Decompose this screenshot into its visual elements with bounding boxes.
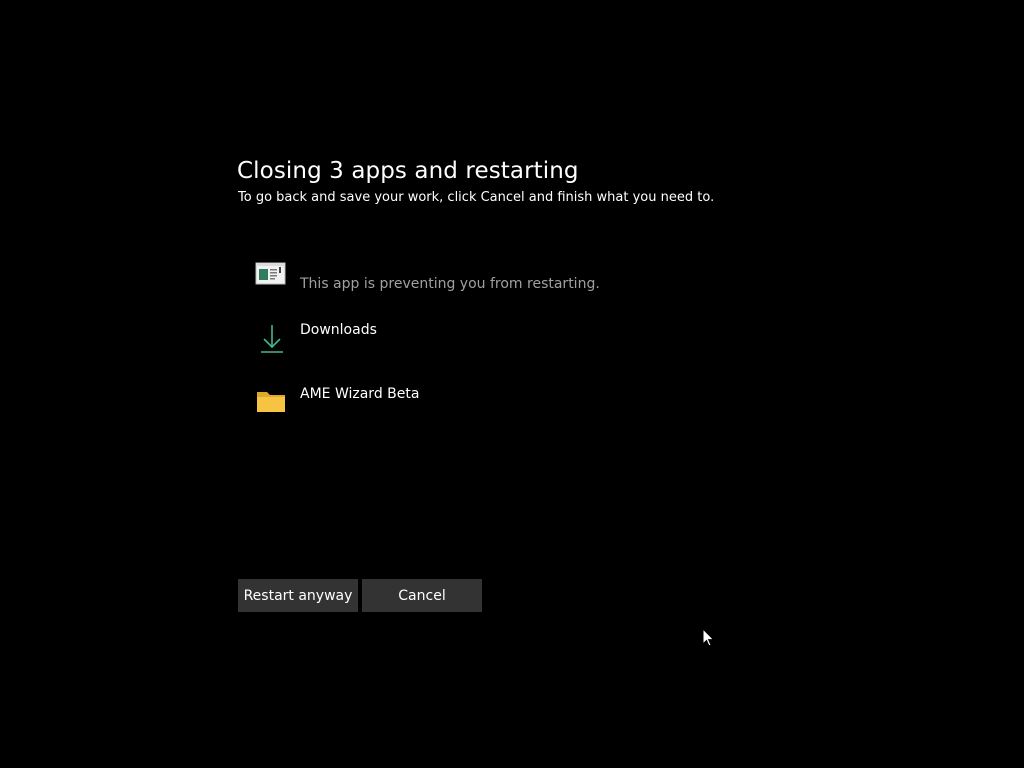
restart-screen: Closing 3 apps and restarting To go back… <box>0 0 1024 768</box>
dialog-title: Closing 3 apps and restarting <box>237 158 579 184</box>
app-name: Downloads <box>300 322 377 338</box>
mouse-pointer-icon <box>702 627 716 648</box>
app-name: AME Wizard Beta <box>300 386 420 402</box>
app-list-item: This app is preventing you from restarti… <box>255 261 675 301</box>
app-blocking-note: This app is preventing you from restarti… <box>300 276 600 292</box>
folder-icon <box>255 386 289 420</box>
restart-anyway-button[interactable]: Restart anyway <box>238 579 358 612</box>
app-list-item: AME Wizard Beta <box>255 386 675 426</box>
cancel-button[interactable]: Cancel <box>362 579 482 612</box>
dialog-subtitle: To go back and save your work, click Can… <box>238 190 715 205</box>
app-list-item: Downloads <box>255 322 675 362</box>
app-window-icon <box>255 261 289 295</box>
download-arrow-icon <box>255 322 289 356</box>
